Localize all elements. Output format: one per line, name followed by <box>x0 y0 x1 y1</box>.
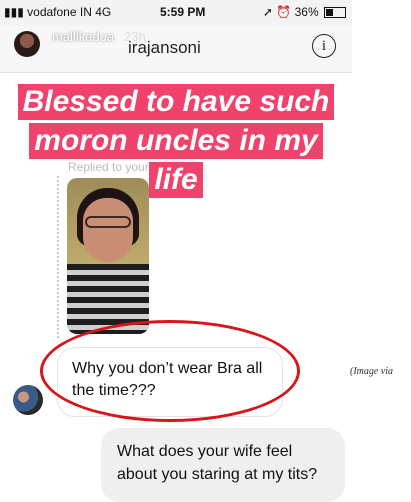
carrier-label: ▮▮▮ vodafone IN 4G <box>4 5 111 19</box>
chat-header: mallikadua 23h irajansoni i <box>0 26 352 73</box>
outgoing-message-line-2: about you staring at my tits? <box>117 466 318 483</box>
carrier-name: vodafone IN <box>27 5 92 19</box>
alarm-icon: ⏰ <box>276 5 292 19</box>
sender-avatar[interactable] <box>13 385 43 415</box>
outgoing-message-line-1: What does your wife feel <box>117 443 293 460</box>
status-right: ➚ ⏰ 36% <box>263 5 346 19</box>
battery-icon <box>324 7 346 19</box>
highlight-oval <box>40 320 300 422</box>
caption-line-3: life <box>149 162 203 198</box>
image-credit: (Image via <box>350 366 394 377</box>
chat-title[interactable]: irajansoni <box>128 38 201 58</box>
caption-line-1: Blessed to have such <box>17 84 335 120</box>
thumbnail-glasses <box>85 216 131 228</box>
thumbnail-face <box>83 198 133 262</box>
caption-line-2: moron uncles in my <box>29 123 323 159</box>
info-icon[interactable]: i <box>312 34 336 58</box>
status-bar: ▮▮▮ vodafone IN 4G 5:59 PM ➚ ⏰ 36% <box>0 0 352 26</box>
network-type: 4G <box>95 5 112 19</box>
story-avatar[interactable] <box>14 31 40 57</box>
clock: 5:59 PM <box>160 5 206 19</box>
story-thumbnail[interactable] <box>67 178 149 334</box>
story-caption: Blessed to have such moron uncles in my … <box>0 84 352 201</box>
outgoing-message[interactable]: What does your wife feel about you stari… <box>101 428 345 502</box>
story-username[interactable]: mallikadua <box>52 29 114 44</box>
battery-percent: 36% <box>294 5 319 19</box>
location-icon: ➚ <box>262 5 273 19</box>
signal-icon: ▮▮▮ <box>4 5 24 19</box>
